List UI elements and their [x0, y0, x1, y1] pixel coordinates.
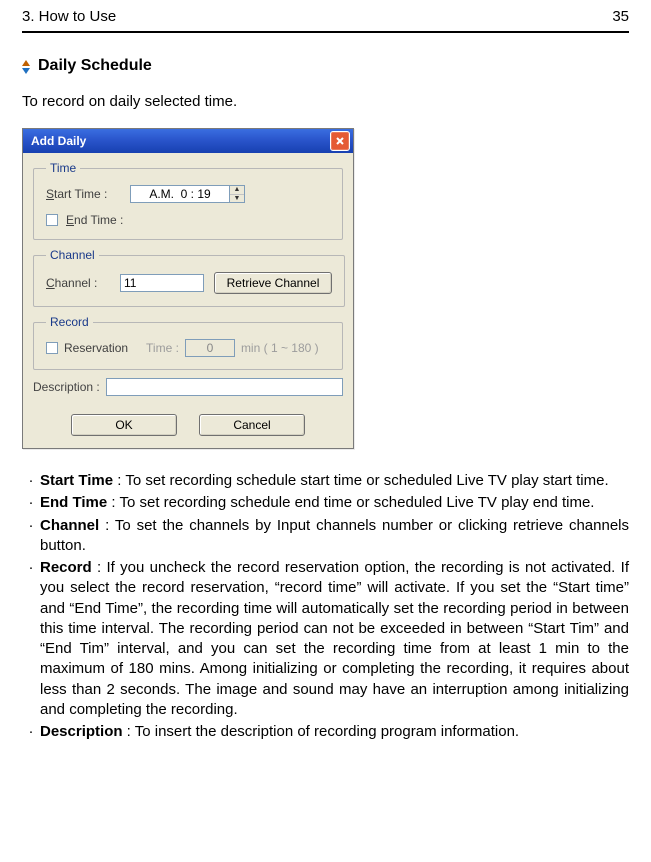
- list-item-text: Start Time : To set recording schedule s…: [40, 471, 629, 491]
- bullet-icon: ·: [22, 516, 40, 557]
- ok-button[interactable]: OK: [71, 414, 177, 436]
- definition-list: ·Start Time : To set recording schedule …: [22, 471, 629, 742]
- list-item-body: : To set recording schedule start time o…: [113, 472, 609, 489]
- list-item-term: Record: [40, 559, 92, 576]
- record-time-field: [185, 339, 235, 357]
- time-legend: Time: [46, 161, 80, 175]
- page-number: 35: [612, 8, 629, 25]
- list-item-body: : To set the channels by Input channels …: [40, 517, 629, 554]
- list-item-term: End Time: [40, 494, 107, 511]
- reservation-checkbox[interactable]: [46, 342, 58, 354]
- description-label: Description :: [33, 380, 100, 394]
- close-icon: [335, 136, 345, 146]
- list-item: ·Description : To insert the description…: [22, 722, 629, 742]
- list-item-term: Start Time: [40, 472, 113, 489]
- start-time-field[interactable]: [130, 185, 230, 203]
- bullet-icon: ·: [22, 471, 40, 491]
- list-item-body: : To set recording schedule end time or …: [107, 494, 594, 511]
- channel-field[interactable]: [120, 274, 204, 292]
- list-item: ·Record : If you uncheck the record rese…: [22, 558, 629, 720]
- spin-down-icon[interactable]: ▼: [230, 195, 244, 203]
- cancel-button[interactable]: Cancel: [199, 414, 305, 436]
- dialog-titlebar[interactable]: Add Daily: [23, 129, 353, 153]
- list-item-text: Record : If you uncheck the record reser…: [40, 558, 629, 720]
- end-time-checkbox[interactable]: [46, 214, 58, 226]
- start-time-label: Start Time :: [46, 187, 130, 201]
- record-time-label: Time :: [146, 341, 179, 355]
- record-group: Record Reservation Time : min ( 1 ~ 180 …: [33, 315, 343, 370]
- page-header-left: 3. How to Use: [22, 8, 116, 25]
- section-title: Daily Schedule: [22, 57, 629, 75]
- add-daily-dialog: Add Daily Time Start Time : ▲ ▼: [22, 128, 354, 449]
- record-time-suffix: min ( 1 ~ 180 ): [241, 341, 319, 355]
- time-group: Time Start Time : ▲ ▼: [33, 161, 343, 240]
- start-time-spinner[interactable]: ▲ ▼: [230, 185, 245, 203]
- end-time-label: End Time :: [66, 213, 123, 227]
- list-item: ·End Time : To set recording schedule en…: [22, 493, 629, 513]
- spin-up-icon[interactable]: ▲: [230, 186, 244, 195]
- arrow-bullet-icon: [22, 60, 32, 72]
- list-item: ·Channel : To set the channels by Input …: [22, 516, 629, 557]
- close-button[interactable]: [330, 131, 350, 151]
- dialog-title: Add Daily: [31, 134, 86, 148]
- description-field[interactable]: [106, 378, 343, 396]
- list-item-text: Description : To insert the description …: [40, 722, 629, 742]
- list-item: ·Start Time : To set recording schedule …: [22, 471, 629, 491]
- section-intro: To record on daily selected time.: [22, 93, 629, 110]
- list-item-term: Channel: [40, 517, 99, 534]
- channel-group: Channel Channel : Retrieve Channel: [33, 248, 345, 307]
- list-item-text: End Time : To set recording schedule end…: [40, 493, 629, 513]
- retrieve-channel-button[interactable]: Retrieve Channel: [214, 272, 332, 294]
- list-item-term: Description: [40, 723, 123, 740]
- section-title-text: Daily Schedule: [38, 57, 152, 75]
- bullet-icon: ·: [22, 493, 40, 513]
- list-item-body: : If you uncheck the record reservation …: [40, 559, 629, 718]
- list-item-text: Channel : To set the channels by Input c…: [40, 516, 629, 557]
- list-item-body: : To insert the description of recording…: [123, 723, 520, 740]
- channel-legend: Channel: [46, 248, 99, 262]
- record-legend: Record: [46, 315, 93, 329]
- bullet-icon: ·: [22, 722, 40, 742]
- channel-label: Channel :: [46, 276, 110, 290]
- reservation-label: Reservation: [64, 341, 128, 355]
- bullet-icon: ·: [22, 558, 40, 720]
